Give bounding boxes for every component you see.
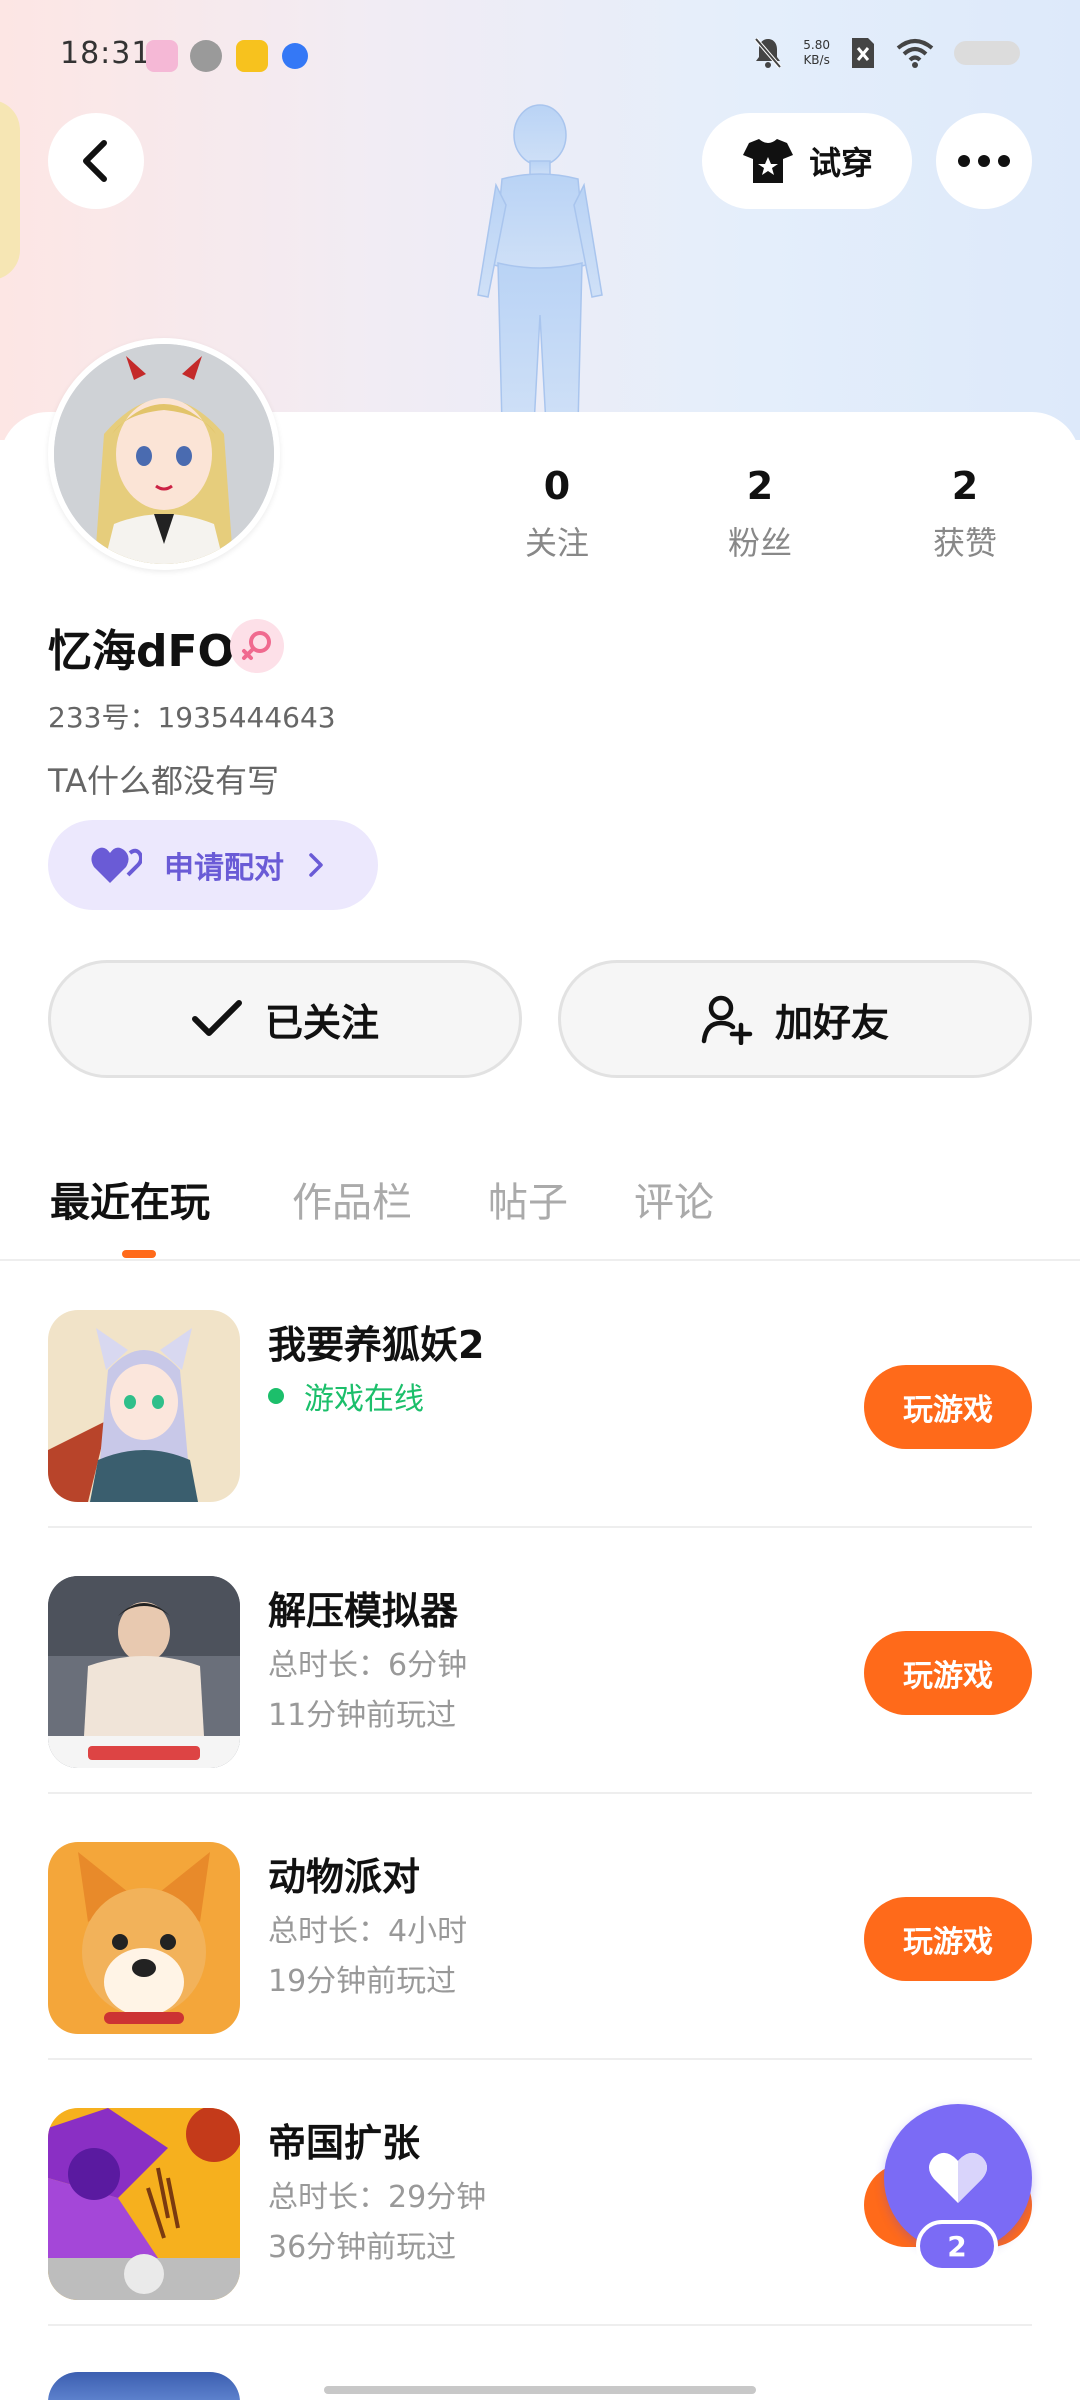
wechat-icon — [190, 40, 222, 72]
play-game-button[interactable]: 玩游戏 — [864, 1365, 1032, 1449]
stat-followers-count: 2 — [746, 464, 774, 508]
like-count-badge: 2 — [916, 2220, 998, 2272]
back-arrow-icon — [83, 140, 107, 182]
heart-pair-icon — [91, 847, 142, 883]
uid-value: 1935444643 — [157, 701, 336, 734]
stat-followers[interactable]: 2 粉丝 — [700, 462, 820, 564]
game-online-status: 游戏在线 — [268, 1374, 424, 1418]
notification-app-icon — [146, 40, 178, 72]
game-thumbnail — [48, 2108, 240, 2300]
fox-girl-game-image — [48, 1310, 240, 1502]
game-title: 我要养狐妖2 — [268, 1323, 485, 1367]
online-dot-icon — [268, 1388, 284, 1404]
game-title: 动物派对 — [268, 1855, 421, 1899]
stat-likes-count: 2 — [951, 464, 979, 508]
try-on-label: 试穿 — [808, 144, 873, 182]
heart-icon — [929, 2152, 987, 2203]
tab-comments[interactable]: 评论 — [634, 1170, 714, 1228]
profile-tabs: 最近在玩 作品栏 帖子 评论 — [0, 1160, 1080, 1260]
try-on-button[interactable]: 试穿 — [702, 113, 912, 209]
no-sim-icon — [852, 38, 874, 68]
profile-nickname: 忆海dFO — [48, 626, 235, 677]
stress-relief-game-image — [48, 1576, 240, 1768]
add-user-icon — [701, 995, 753, 1045]
back-button[interactable] — [48, 113, 144, 209]
game-last-played: 19分钟前玩过 — [268, 1964, 457, 1999]
stat-following-count: 0 — [543, 464, 571, 508]
game-online-label: 游戏在线 — [304, 1382, 424, 1417]
profile-avatar[interactable] — [48, 338, 280, 570]
stat-likes[interactable]: 2 获赞 — [905, 462, 1025, 564]
active-tab-indicator — [122, 1250, 156, 1258]
add-friend-label: 加好友 — [774, 1000, 889, 1045]
game-title: 帝国扩张 — [268, 2121, 421, 2165]
apply-pairing-button[interactable]: 申请配对 — [48, 820, 378, 910]
stat-following-label: 关注 — [524, 524, 589, 562]
profile-uid[interactable]: 233号：1935444643 — [48, 696, 336, 736]
stat-following[interactable]: 0 关注 — [497, 462, 617, 564]
tabs-divider — [0, 1259, 1080, 1261]
stat-likes-label: 获赞 — [932, 524, 997, 562]
tshirt-icon — [742, 139, 793, 183]
hero-decoration — [0, 100, 20, 280]
game-list-item[interactable]: 解压模拟器 总时长：6分钟 11分钟前玩过 玩游戏 — [0, 1528, 1080, 1794]
play-game-button[interactable]: 玩游戏 — [864, 1897, 1032, 1981]
game-title: 解压模拟器 — [268, 1589, 459, 1633]
add-friend-button[interactable]: 加好友 — [558, 960, 1032, 1078]
tab-recently-played[interactable]: 最近在玩 — [50, 1170, 210, 1228]
corgi-game-image — [48, 1842, 240, 2034]
game-total-duration: 总时长：6分钟 — [268, 1648, 468, 1683]
game-last-played: 36分钟前玩过 — [268, 2230, 457, 2265]
stat-followers-label: 粉丝 — [727, 524, 792, 562]
chevron-right-icon — [309, 853, 323, 877]
status-bar: 18:31 5.80 KB/s — [0, 0, 1080, 110]
game-total-duration: 总时长：4小时 — [268, 1914, 468, 1949]
row-divider — [48, 2324, 1032, 2326]
network-speed-value: 5.80 — [803, 38, 830, 52]
game-list-item[interactable]: 我要养狐妖2 游戏在线 玩游戏 — [0, 1262, 1080, 1528]
more-dots-icon — [958, 155, 1010, 167]
network-speed-unit: KB/s — [803, 53, 830, 67]
more-options-button[interactable] — [936, 113, 1032, 209]
game-last-played: 11分钟前玩过 — [268, 1698, 457, 1733]
game-list-item[interactable]: 动物派对 总时长：4小时 19分钟前玩过 玩游戏 — [0, 1794, 1080, 2060]
status-right-group: 5.80 KB/s — [753, 36, 1020, 70]
uid-label: 233号： — [48, 701, 158, 734]
network-speed: 5.80 KB/s — [803, 38, 830, 68]
home-indicator[interactable] — [324, 2386, 756, 2394]
baidu-icon — [282, 43, 308, 69]
tab-posts[interactable]: 帖子 — [488, 1170, 568, 1228]
weibo-icon — [236, 40, 268, 72]
status-time: 18:31 — [60, 36, 152, 71]
play-game-button[interactable]: 玩游戏 — [864, 1631, 1032, 1715]
mute-bell-icon — [754, 37, 782, 69]
tab-works[interactable]: 作品栏 — [292, 1170, 412, 1228]
empire-game-image — [48, 2108, 240, 2300]
profile-bio: TA什么都没有写 — [48, 762, 279, 800]
followed-button[interactable]: 已关注 — [48, 960, 522, 1078]
female-icon — [242, 631, 271, 660]
next-game-thumbnail-partial — [48, 2372, 240, 2400]
apply-pairing-label: 申请配对 — [164, 851, 284, 886]
wifi-icon — [896, 39, 934, 68]
game-total-duration: 总时长：29分钟 — [268, 2180, 487, 2215]
game-thumbnail — [48, 1842, 240, 2034]
gender-female-badge — [230, 619, 284, 673]
followed-label: 已关注 — [264, 1000, 379, 1045]
battery-icon — [954, 41, 1020, 65]
anime-avatar-image — [54, 344, 274, 564]
game-thumbnail — [48, 1576, 240, 1768]
check-icon — [191, 1000, 242, 1036]
game-thumbnail — [48, 1310, 240, 1502]
avatar-figure-preview[interactable] — [440, 95, 640, 425]
